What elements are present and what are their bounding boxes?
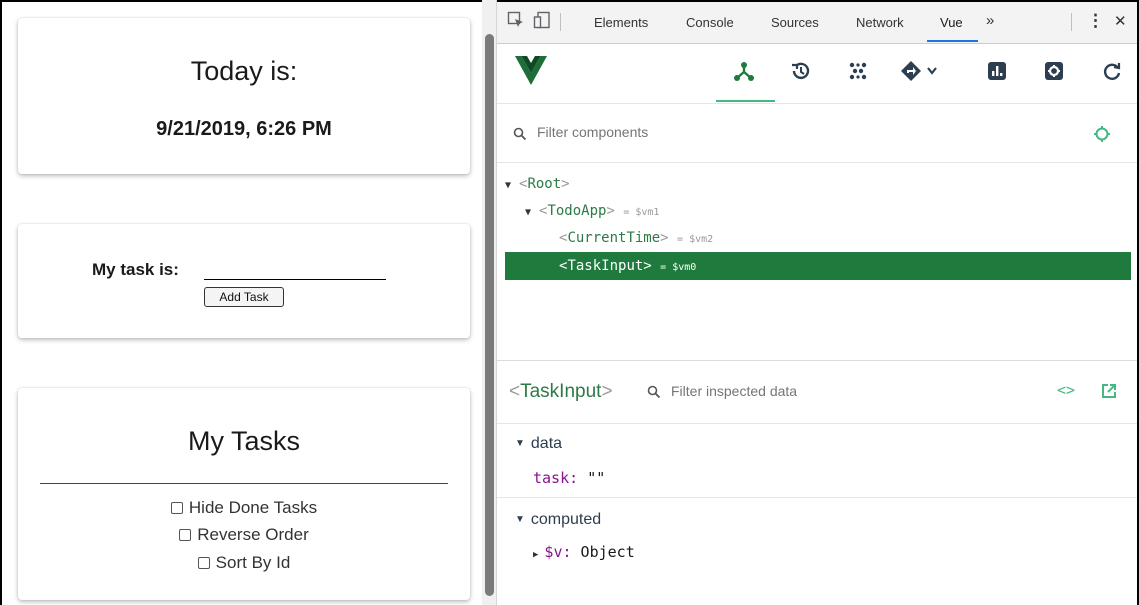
reverse-order-option[interactable]: Reverse Order: [18, 525, 470, 545]
section-divider: [497, 497, 1137, 498]
reverse-order-label: Reverse Order: [197, 525, 309, 544]
sort-by-id-checkbox[interactable]: [197, 557, 210, 569]
active-tab-indicator: [927, 40, 978, 42]
tab-elements[interactable]: Elements: [594, 15, 648, 31]
view-source-code-icon[interactable]: <>: [1057, 381, 1075, 399]
vm-reference: = $vm1: [623, 207, 660, 218]
data-section-toggle[interactable]: ▼ data: [515, 435, 562, 453]
tab-sources[interactable]: Sources: [771, 15, 819, 31]
tab-vue[interactable]: Vue: [940, 15, 963, 31]
hide-done-checkbox[interactable]: [170, 502, 183, 514]
app-viewport: Today is: 9/21/2019, 6:26 PM My task is:…: [0, 0, 482, 605]
inspected-component-title: <TaskInput>: [509, 381, 613, 403]
device-toolbar-icon[interactable]: [533, 11, 551, 29]
prop-key: task: [533, 469, 570, 487]
filter-inspected-data-input[interactable]: [671, 383, 951, 399]
settings-icon[interactable]: [1043, 60, 1065, 82]
collapse-arrow-icon: ▼: [515, 438, 525, 449]
toolbar-separator: [1071, 13, 1072, 31]
component-name: TaskInput: [567, 258, 644, 274]
bracket: >: [660, 230, 669, 246]
bracket: <: [509, 381, 521, 402]
expand-arrow-icon[interactable]: ▼: [525, 199, 539, 227]
filter-components-input[interactable]: [537, 124, 837, 140]
vm-reference: = $vm2: [677, 234, 714, 245]
sort-by-id-option[interactable]: Sort By Id: [18, 553, 470, 573]
routing-icon[interactable]: [900, 60, 940, 82]
prop-colon: :: [569, 469, 588, 487]
vuex-icon[interactable]: [847, 60, 869, 82]
open-in-editor-icon[interactable]: [1101, 383, 1117, 399]
vm-reference: = $vm0: [660, 262, 697, 273]
task-label: My task is:: [92, 260, 179, 279]
performance-icon[interactable]: [986, 60, 1008, 82]
tree-node-taskinput[interactable]: <TaskInput> = $vm0: [505, 252, 1131, 280]
hide-done-label: Hide Done Tasks: [188, 498, 318, 517]
devtools-menu-button[interactable]: ⋮: [1087, 12, 1104, 29]
history-icon[interactable]: [789, 60, 811, 82]
component-name: CurrentTime: [567, 230, 661, 246]
tab-network[interactable]: Network: [856, 15, 904, 31]
component-tree: ▼ <Root> ▼ <TodoApp> = $vm1 <CurrentTime> …: [497, 164, 1137, 360]
add-task-button[interactable]: Add Task: [204, 287, 284, 307]
refresh-icon[interactable]: [1101, 60, 1123, 82]
today-title: Today is:: [190, 56, 298, 86]
current-time-card: Today is: 9/21/2019, 6:26 PM: [18, 18, 470, 174]
devtools-panel: Elements Console Sources Network Vue » ⋮…: [497, 0, 1139, 605]
tab-console[interactable]: Console: [686, 15, 734, 31]
tree-node-root[interactable]: ▼ <Root>: [505, 170, 1131, 198]
current-datetime: 9/21/2019, 6:26 PM: [156, 118, 332, 140]
hide-done-option[interactable]: Hide Done Tasks: [18, 498, 470, 518]
toolbar-separator: [560, 13, 561, 31]
vue-devtools-header: [497, 44, 1137, 104]
bracket: >: [561, 176, 570, 192]
devtools-toolbar: Elements Console Sources Network Vue » ⋮…: [497, 2, 1137, 44]
component-name: TodoApp: [547, 203, 607, 219]
close-devtools-button[interactable]: ✕: [1114, 14, 1127, 30]
task-input-card: My task is: Add Task: [18, 224, 470, 338]
bracket: >: [601, 381, 613, 402]
tree-node-currenttime[interactable]: <CurrentTime> = $vm2: [505, 224, 1131, 252]
search-icon: [513, 127, 527, 141]
tasks-title: My Tasks: [187, 426, 301, 456]
search-icon: [647, 385, 661, 399]
prop-colon: :: [562, 543, 581, 561]
component-filter-bar: [497, 105, 1137, 163]
sort-by-id-label: Sort By Id: [215, 553, 291, 572]
prop-value: "": [587, 469, 606, 487]
vue-logo-icon: [515, 56, 547, 85]
prop-key: $v: [544, 543, 563, 561]
collapse-arrow-icon: ▼: [515, 514, 525, 525]
bracket: >: [643, 258, 652, 274]
more-tabs-button[interactable]: »: [986, 13, 994, 29]
computed-section-label: computed: [530, 511, 602, 528]
prop-value: Object: [580, 543, 635, 561]
computed-section-toggle[interactable]: ▼ computed: [515, 511, 601, 529]
select-component-target-icon[interactable]: [1093, 125, 1111, 143]
scrollbar-thumb[interactable]: [485, 34, 494, 596]
component-inspector: <TaskInput> <> ▼data task: "" ▼computed …: [497, 360, 1137, 605]
inspect-element-icon[interactable]: [507, 11, 525, 29]
task-input[interactable]: [204, 256, 386, 280]
expand-arrow-icon[interactable]: ▼: [505, 172, 519, 200]
bracket: >: [606, 203, 615, 219]
data-section-label: data: [530, 435, 563, 452]
reverse-order-checkbox[interactable]: [179, 529, 192, 541]
divider: [40, 483, 448, 484]
component-name: Root: [527, 176, 562, 192]
components-icon[interactable]: [733, 60, 755, 82]
tree-node-todoapp[interactable]: ▼ <TodoApp> = $vm1: [505, 197, 1131, 225]
inspector-header: <TaskInput> <>: [497, 361, 1137, 424]
active-view-indicator: [716, 100, 775, 102]
inspected-component-name: TaskInput: [520, 381, 602, 402]
app-scrollbar[interactable]: [482, 0, 497, 605]
expand-arrow-icon[interactable]: ▶: [533, 550, 538, 560]
data-prop-task[interactable]: task: "": [533, 469, 605, 487]
task-list-card: My Tasks Hide Done Tasks Reverse Order S…: [18, 388, 470, 600]
computed-prop-v[interactable]: ▶ $v: Object: [533, 543, 635, 561]
